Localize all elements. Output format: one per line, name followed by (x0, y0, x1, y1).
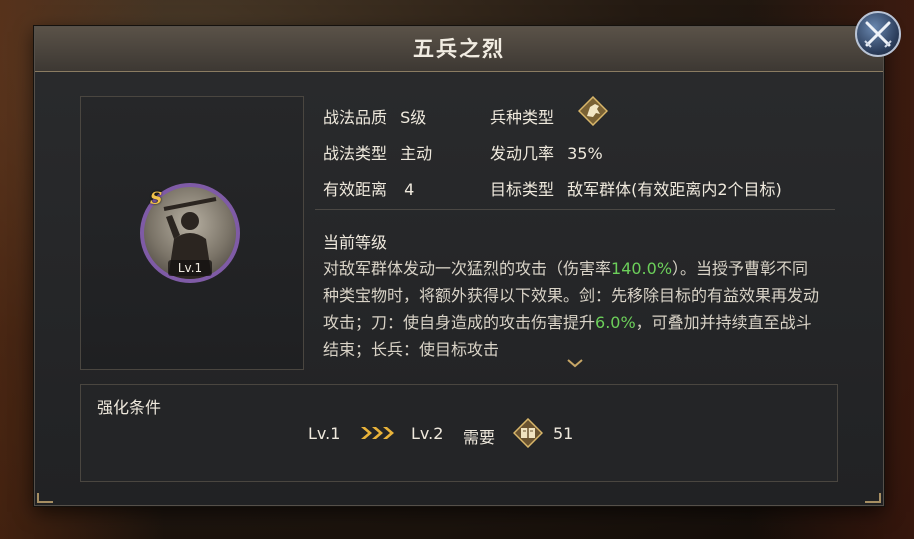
from-level: Lv.1 (308, 424, 341, 443)
quality-value: S级 (400, 108, 427, 127)
range-label: 有效距离 (323, 180, 388, 199)
cavalry-horse-icon (578, 96, 608, 126)
title-bar: 五兵之烈 (35, 27, 883, 72)
target-label: 目标类型 (490, 180, 555, 199)
to-level: Lv.2 (411, 424, 444, 443)
skill-description[interactable]: 对敌军群体发动一次猛烈的攻击（伤害率140.0%）。当授予曹彰不同种类宝物时，将… (323, 255, 823, 363)
upgrade-condition-heading: 强化条件 (97, 398, 162, 417)
chance-row: 发动几率 35% (490, 140, 603, 164)
target-row: 目标类型 敌军群体(有效距离内2个目标) (490, 176, 782, 200)
chance-value: 35% (567, 144, 603, 163)
upgrade-condition-box (80, 384, 838, 482)
type-value: 主动 (400, 144, 433, 163)
troop-label: 兵种类型 (490, 108, 555, 127)
skill-grade-badge: S (150, 189, 163, 209)
corner-ornament-right (865, 493, 881, 503)
chevron-down-icon[interactable] (566, 358, 584, 368)
range-value: 4 (404, 180, 415, 199)
close-button[interactable] (855, 11, 901, 57)
corner-ornament-left (37, 493, 53, 503)
damage-boost-value: 6.0% (595, 313, 636, 332)
quality-row: 战法品质 S级 (323, 104, 426, 128)
need-label: 需要 (463, 428, 496, 447)
troop-row: 兵种类型 (490, 104, 554, 128)
divider (315, 209, 835, 210)
range-row: 有效距离 4 (323, 176, 414, 200)
current-level-heading: 当前等级 (323, 233, 388, 252)
damage-rate-value: 140.0% (611, 259, 673, 278)
target-value: 敌军群体(有效距离内2个目标) (567, 180, 782, 199)
crossed-swords-icon (864, 21, 892, 48)
quality-label: 战法品质 (323, 108, 388, 127)
need-count: 51 (553, 424, 574, 443)
description-text-1: 对敌军群体发动一次猛烈的攻击（伤害率 (323, 259, 612, 278)
skill-book-icon (513, 418, 543, 448)
skill-level-badge: Lv.1 (168, 260, 212, 276)
panel-title: 五兵之烈 (413, 36, 505, 61)
triple-chevron-right-icon (361, 427, 394, 439)
type-label: 战法类型 (323, 144, 388, 163)
chance-label: 发动几率 (490, 144, 555, 163)
type-row: 战法类型 主动 (323, 140, 432, 164)
